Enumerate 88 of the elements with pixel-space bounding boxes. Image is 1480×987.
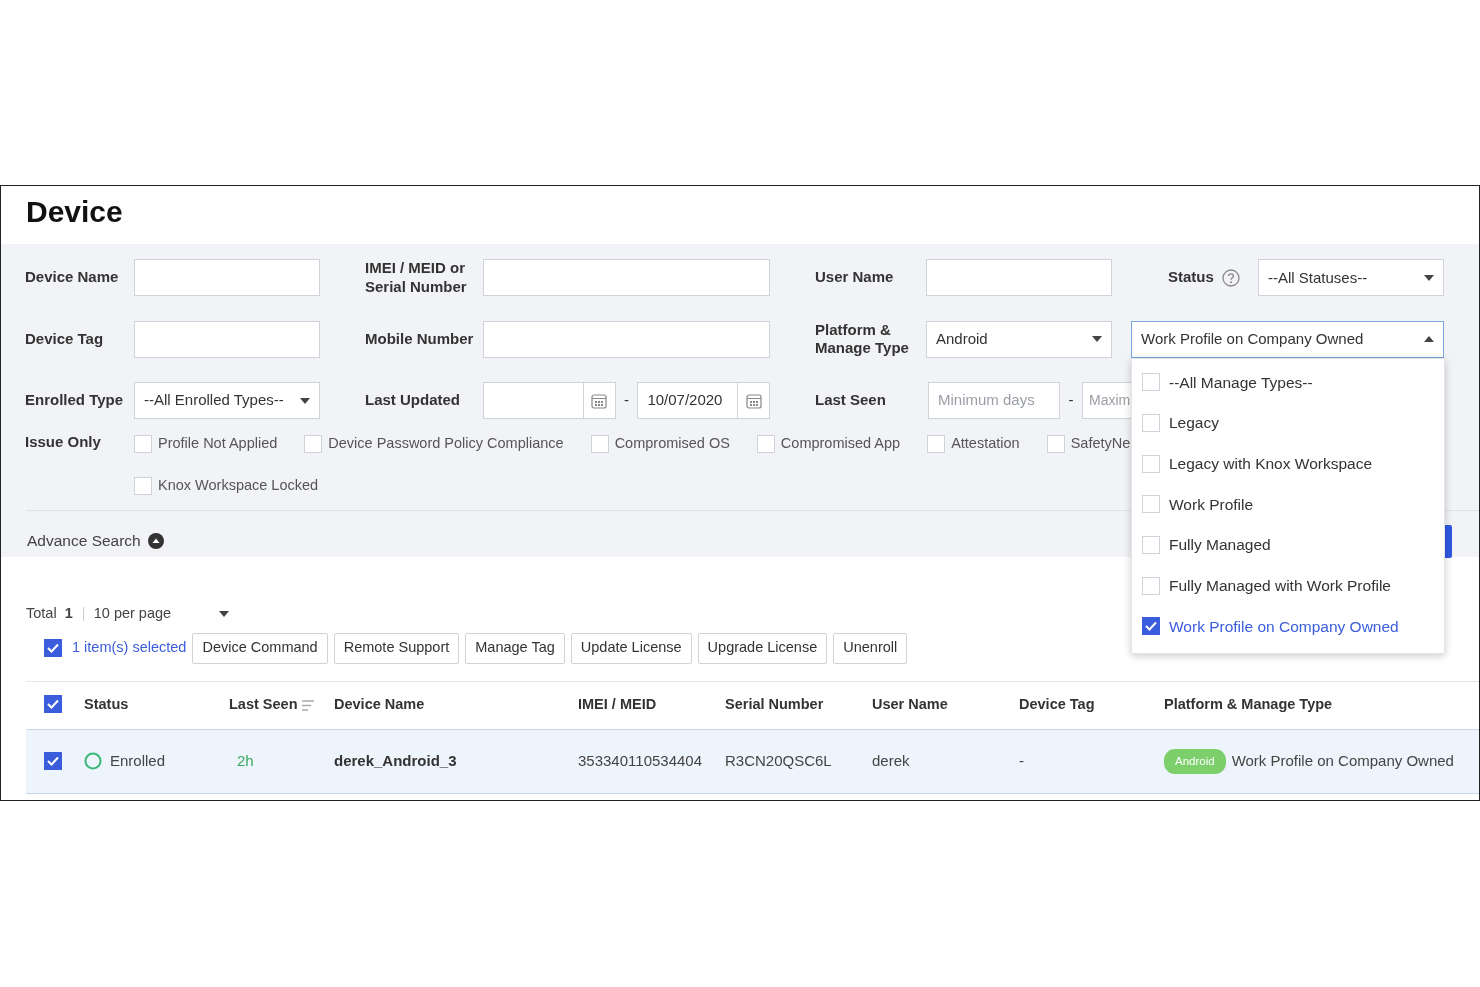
- range-dash: -: [1067, 390, 1075, 411]
- range-dash: -: [623, 390, 630, 411]
- calendar-icon: [745, 392, 762, 409]
- table-row[interactable]: Enrolled 2h derek_Android_3 353340110534404 R3CN20QSC6L derek - Android Work Profile on Company Owned: [26, 729, 1479, 794]
- calendar-icon: [591, 392, 608, 409]
- text-field[interactable]: [926, 259, 1112, 297]
- calendar-button[interactable]: [738, 382, 770, 419]
- advance-search-link[interactable]: Advance Search: [27, 529, 141, 553]
- calendar-button[interactable]: [584, 382, 616, 419]
- field-label: Enrolled Type: [25, 391, 124, 410]
- menu-item[interactable]: Legacy with Knox Workspace: [1132, 443, 1444, 485]
- action-button[interactable]: Manage Tag: [465, 632, 565, 664]
- column-header: User Name: [872, 695, 948, 715]
- field-label: Device Tag: [25, 329, 104, 349]
- checkbox: [1142, 454, 1160, 473]
- checkbox-label: Compromised OS: [614, 434, 730, 453]
- menu-item[interactable]: Fully Managed: [1132, 524, 1444, 566]
- date-field[interactable]: [483, 382, 584, 419]
- caret-down-icon: [219, 610, 230, 617]
- checkbox-label: Profile Not Applied: [158, 434, 278, 453]
- field-label: IMEI / MEID or Serial Number: [365, 259, 467, 297]
- column-header: IMEI / MEID: [578, 695, 657, 715]
- action-button[interactable]: Device Command: [192, 632, 328, 664]
- select-field[interactable]: Android: [926, 320, 1112, 358]
- checkbox[interactable]: [44, 639, 62, 658]
- text-field[interactable]: [134, 320, 320, 358]
- status-text: Enrolled: [110, 751, 166, 771]
- field-label: Last Updated: [365, 391, 460, 410]
- menu-item[interactable]: Work Profile: [1132, 484, 1444, 525]
- caret-down-icon: [1092, 336, 1102, 343]
- checkbox-label: Attestation: [951, 434, 1020, 453]
- platform-tag: Android: [1164, 748, 1226, 774]
- table-cell-text: Work Profile on Company Owned: [1231, 751, 1454, 771]
- column-header: Serial Number: [725, 695, 824, 715]
- action-button[interactable]: Unenroll: [833, 632, 908, 664]
- checkbox: [1142, 536, 1160, 555]
- select-field[interactable]: --All Statuses--: [1258, 259, 1444, 297]
- field-label: User Name: [815, 268, 894, 288]
- checkbox-label: SafetyNe: [1070, 434, 1131, 453]
- collapse-icon: [147, 533, 164, 549]
- checkbox: [1142, 414, 1160, 433]
- column-header: Device Name: [334, 695, 425, 715]
- per-page-select[interactable]: 10 per page: [93, 603, 230, 625]
- menu-item[interactable]: Work Profile on Company Owned: [1132, 606, 1444, 647]
- table-cell: R3CN20QSC6L: [725, 752, 832, 769]
- menu-item[interactable]: Fully Managed with Work Profile: [1132, 565, 1444, 607]
- checkbox-label: Knox Workspace Locked: [158, 475, 319, 495]
- checkbox: [1142, 617, 1160, 636]
- field-label: Mobile Number: [365, 329, 474, 349]
- page-title: Device: [25, 194, 124, 230]
- action-button[interactable]: Upgrade License: [697, 632, 828, 664]
- select-all-checkbox[interactable]: [44, 695, 62, 714]
- caret-down-icon: [300, 397, 310, 404]
- column-header[interactable]: Last Seen: [229, 694, 314, 717]
- text-field[interactable]: [483, 320, 770, 358]
- action-button[interactable]: Update License: [570, 632, 692, 664]
- caret-down-icon: [1424, 274, 1434, 281]
- column-header: Platform & Manage Type: [1164, 695, 1333, 715]
- checkbox-label: Compromised App: [780, 434, 901, 453]
- column-header: Device Tag: [1019, 695, 1095, 715]
- table-cell: derek: [872, 752, 910, 769]
- checkbox: [1142, 576, 1160, 595]
- table-cell: -: [1019, 752, 1024, 769]
- table-cell: derek_Android_3: [334, 752, 457, 769]
- status-ring-icon: [84, 752, 102, 771]
- field-label: Last Seen: [815, 391, 886, 410]
- field-label: Status: [1168, 268, 1214, 288]
- column-header: Status: [84, 695, 129, 715]
- date-field[interactable]: 10/07/2020: [637, 382, 739, 419]
- total-count: 1: [64, 604, 73, 623]
- select-field[interactable]: Work Profile on Company Owned: [1131, 320, 1444, 358]
- selection-count: 1 item(s) selected: [72, 638, 187, 658]
- text-field[interactable]: [483, 259, 770, 297]
- total-label: Total: [26, 604, 57, 623]
- action-button[interactable]: Remote Support: [333, 632, 460, 664]
- field-label: Issue Only: [25, 433, 102, 452]
- field-label: Platform & Manage Type: [815, 320, 909, 358]
- sort-icon: [301, 699, 314, 711]
- row-checkbox[interactable]: [44, 752, 62, 770]
- checkbox-label: Device Password Policy Compliance: [328, 434, 564, 453]
- checkbox: [1142, 373, 1160, 392]
- checkbox: [1142, 495, 1160, 514]
- field-label: Device Name: [25, 268, 119, 288]
- caret-up-icon: [1424, 336, 1434, 343]
- table-cell: 2h: [237, 752, 254, 769]
- select-field[interactable]: --All Enrolled Types--: [134, 382, 320, 419]
- table-cell: 353340110534404: [578, 752, 703, 769]
- text-field[interactable]: [134, 259, 320, 297]
